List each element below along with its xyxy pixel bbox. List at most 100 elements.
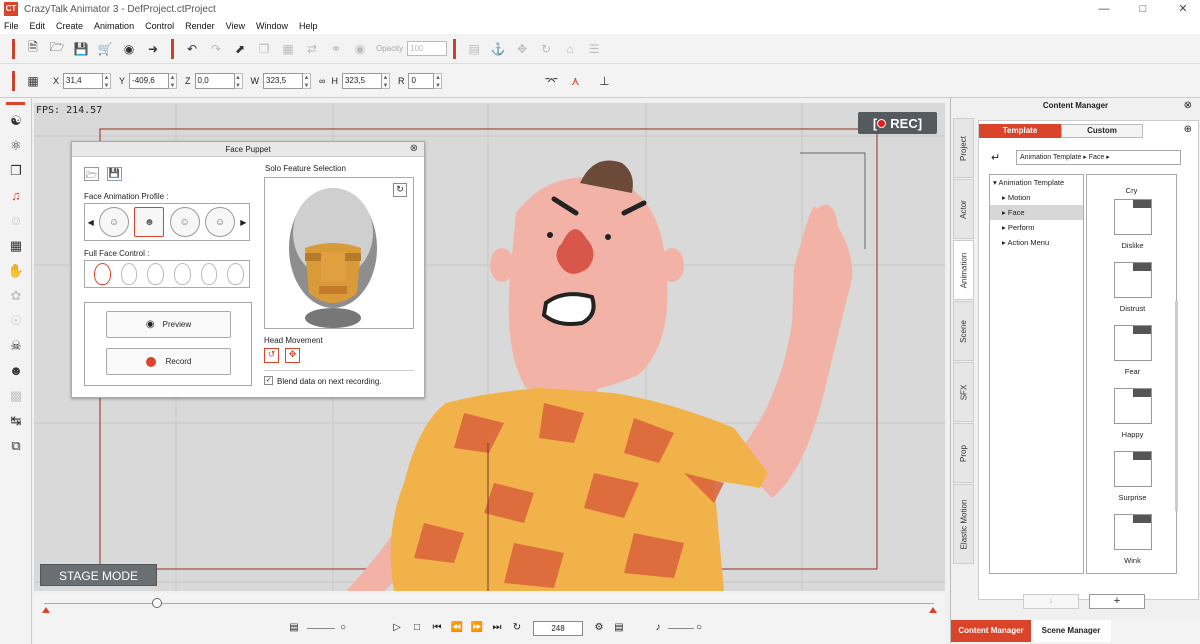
redo-icon[interactable]: ↷ <box>207 40 225 58</box>
audio-icon[interactable]: ♫ <box>0 183 32 208</box>
solo-feature-view[interactable]: ↻ <box>264 177 414 329</box>
tree-item-perform[interactable]: ▸ Perform <box>990 220 1083 235</box>
cart-icon[interactable]: 🛒 <box>96 40 114 58</box>
refresh-icon[interactable]: ↻ <box>393 183 407 197</box>
z-input[interactable]: 0,0 <box>194 72 235 89</box>
w-input[interactable]: 323,5 <box>263 72 304 89</box>
frame-input[interactable]: 248 <box>533 621 583 636</box>
menu-window[interactable]: Window <box>256 21 288 31</box>
profile-face-2[interactable]: ☻ <box>134 207 165 237</box>
h-input[interactable]: 323,5 <box>341 72 382 89</box>
volume-slider[interactable] <box>668 628 694 629</box>
h-spinner[interactable]: ▲ ▼ <box>381 72 390 89</box>
save-icon[interactable]: 💾 <box>72 40 90 58</box>
subtitle-icon[interactable]: ▤ <box>610 622 628 636</box>
profile-prev-icon[interactable]: ◀ <box>88 218 94 227</box>
end-marker[interactable] <box>929 607 937 613</box>
bend-in-icon[interactable]: ⌤ <box>542 72 560 90</box>
bend-out-icon[interactable]: ⋏ <box>566 72 584 90</box>
head-move-icon[interactable]: ✥ <box>285 348 300 363</box>
motion-icon[interactable]: ⚛ <box>0 133 32 158</box>
menu-view[interactable]: View <box>226 21 245 31</box>
maximize-button[interactable]: □ <box>1128 0 1158 18</box>
timeline-playhead[interactable] <box>152 598 162 608</box>
menu-create[interactable]: Create <box>56 21 83 31</box>
full-face-4[interactable] <box>174 263 191 285</box>
flip-icon[interactable]: ⇄ <box>303 40 321 58</box>
grid-icon[interactable]: ▩ <box>0 383 32 408</box>
y-input[interactable]: -409,6 <box>129 72 170 89</box>
hand-icon[interactable]: ✋ <box>0 258 32 283</box>
tree-root[interactable]: ▾ Animation Template <box>990 175 1083 190</box>
z-spinner[interactable]: ▲ ▼ <box>234 72 243 89</box>
timeline-icon[interactable]: ▦ <box>0 233 32 258</box>
stop-icon[interactable]: □ <box>408 622 426 636</box>
full-face-3[interactable] <box>147 263 165 285</box>
speed-icon[interactable]: ▤ <box>285 622 303 636</box>
full-face-6[interactable] <box>227 263 245 285</box>
move-icon[interactable]: ✥ <box>513 40 531 58</box>
x-input[interactable]: 31,4 <box>63 72 104 89</box>
tab-animation[interactable]: Animation <box>953 240 974 300</box>
close-button[interactable]: ✕ <box>1168 0 1198 18</box>
select-arrow-icon[interactable]: ⬈ <box>231 40 249 58</box>
play-icon[interactable]: ▷ <box>388 622 406 636</box>
face-icon[interactable]: ☺ <box>0 208 32 233</box>
open-folder-icon[interactable]: 🗁 <box>48 40 66 58</box>
volume-icon[interactable]: ♪ <box>649 622 667 636</box>
camera-icon[interactable]: ☉ <box>0 308 32 333</box>
settings-icon[interactable]: ⚙ <box>590 622 608 636</box>
profile-next-icon[interactable]: ▶ <box>240 218 246 227</box>
undo-icon[interactable]: ↶ <box>183 40 201 58</box>
transform-grid-icon[interactable]: ▦ <box>24 72 42 90</box>
tab-elastic-motion[interactable]: Elastic Motion <box>953 484 974 564</box>
grid-item-cry[interactable]: Cry <box>1087 175 1176 195</box>
visibility-icon[interactable]: ◉ <box>351 40 369 58</box>
spring-icon[interactable]: ✿ <box>0 283 32 308</box>
add-button[interactable]: + <box>1089 594 1145 609</box>
head-icon[interactable]: ☻ <box>0 358 32 383</box>
new-file-icon[interactable]: 🗎 <box>24 40 42 58</box>
cm-close-icon[interactable]: ⊗ <box>1184 100 1192 111</box>
next-frame-icon[interactable]: ⏩ <box>468 622 486 636</box>
tab-prop[interactable]: Prop <box>953 423 974 483</box>
pin-icon[interactable]: ⚓ <box>489 40 507 58</box>
r-input[interactable]: 0 <box>408 72 435 89</box>
group-icon[interactable]: ▦ <box>279 40 297 58</box>
grid-scrollbar[interactable] <box>1175 301 1178 511</box>
duplicate-icon[interactable]: ⧉ <box>0 433 32 458</box>
menu-help[interactable]: Help <box>299 21 318 31</box>
menu-control[interactable]: Control <box>145 21 174 31</box>
r-spinner[interactable]: ▲ ▼ <box>434 72 443 89</box>
profile-face-4[interactable]: ☺ <box>204 207 235 237</box>
distribute-icon[interactable]: ☰ <box>585 40 603 58</box>
anchor-icon[interactable]: ⊥ <box>595 72 613 90</box>
copy-icon[interactable]: ❐ <box>255 40 273 58</box>
align-icon[interactable]: ▤ <box>465 40 483 58</box>
grid-item-fear[interactable]: Fear <box>1087 321 1176 384</box>
layers-icon[interactable]: ❐ <box>0 158 32 183</box>
start-marker[interactable] <box>42 607 50 613</box>
tree-item-motion[interactable]: ▸ Motion <box>990 190 1083 205</box>
preview-button[interactable]: ◉ Preview <box>106 311 231 338</box>
rotate-icon[interactable]: ↻ <box>537 40 555 58</box>
minimize-button[interactable]: — <box>1089 0 1119 18</box>
record-button[interactable]: Record <box>106 348 231 375</box>
collapse-icon[interactable]: ⊕ <box>1184 124 1192 135</box>
link-ratio-icon[interactable]: ∞ <box>319 76 325 86</box>
download-button[interactable]: ↓ <box>1023 594 1079 609</box>
profile-face-1[interactable]: ☺ <box>99 207 130 237</box>
full-face-5[interactable] <box>200 263 218 285</box>
menu-edit[interactable]: Edit <box>30 21 46 31</box>
grid-item-distrust[interactable]: Distrust <box>1087 258 1176 321</box>
timeline-track[interactable] <box>44 603 934 604</box>
tab-scene-manager[interactable]: Scene Manager <box>1031 620 1111 642</box>
grid-item-dislike[interactable]: Dislike <box>1087 195 1176 258</box>
tree-item-action-menu[interactable]: ▸ Action Menu <box>990 235 1083 250</box>
grid-item-surprise[interactable]: Surprise <box>1087 447 1176 510</box>
w-spinner[interactable]: ▲ ▼ <box>303 72 312 89</box>
full-face-2[interactable] <box>120 263 138 285</box>
loop-icon[interactable]: ↻ <box>508 622 526 636</box>
preview-icon[interactable]: ◉ <box>120 40 138 58</box>
first-frame-icon[interactable]: ⏮ <box>428 622 446 636</box>
